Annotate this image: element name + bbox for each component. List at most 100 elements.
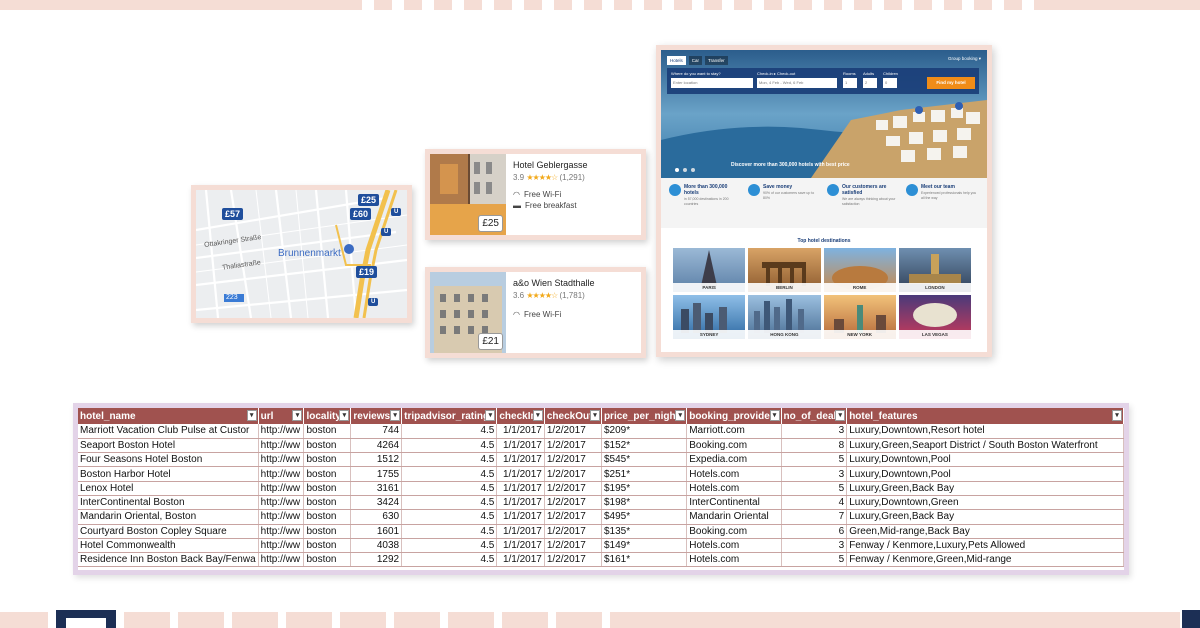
table-cell[interactable]: 1/2/2017	[544, 495, 602, 511]
table-cell[interactable]: Four Seasons Hotel Boston	[78, 452, 259, 468]
find-hotel-button[interactable]: Find my hotel	[927, 77, 975, 89]
destination-tile[interactable]: LONDON	[898, 248, 971, 292]
table-cell[interactable]: boston	[303, 538, 352, 554]
table-cell[interactable]: http://ww	[258, 424, 305, 439]
table-cell[interactable]: 4.5	[401, 495, 498, 511]
table-cell[interactable]: Residence Inn Boston Back Bay/Fenwa	[78, 552, 259, 568]
table-cell[interactable]: http://ww	[258, 466, 305, 482]
filter-dropdown-icon[interactable]: ▾	[769, 410, 780, 421]
table-row[interactable]: Residence Inn Boston Back Bay/Fenwa http:…	[78, 552, 1124, 568]
table-cell[interactable]: 5	[781, 552, 848, 568]
table-cell[interactable]: $195*	[601, 481, 688, 496]
table-cell[interactable]: Luxury,Downtown,Pool	[846, 466, 1124, 482]
table-cell[interactable]: $545*	[601, 452, 688, 468]
table-cell[interactable]: 7	[781, 509, 848, 525]
table-cell[interactable]: Booking.com	[686, 524, 782, 539]
table-cell[interactable]: 6	[781, 524, 848, 539]
table-row[interactable]: Hotel Commonwealth http://ww boston 4038 4.5…	[78, 538, 1124, 554]
table-row[interactable]: InterContinental Boston http://ww boston 34…	[78, 495, 1124, 511]
table-cell[interactable]: boston	[303, 452, 352, 468]
table-cell[interactable]: 1/2/2017	[544, 552, 602, 568]
table-cell[interactable]: 4.5	[401, 466, 498, 482]
table-cell[interactable]: Luxury,Green,Seaport District / South Bo…	[846, 438, 1124, 454]
table-cell[interactable]: 3	[781, 424, 848, 439]
table-cell[interactable]: 3	[781, 538, 848, 554]
destination-tile[interactable]: NEW YORK	[823, 295, 896, 339]
table-cell[interactable]: 1/1/2017	[496, 424, 545, 439]
destination-tile[interactable]: SYDNEY	[673, 295, 746, 339]
table-cell[interactable]: 1/2/2017	[544, 438, 602, 454]
map-price-pin[interactable]: £57	[222, 208, 244, 220]
table-cell[interactable]: 1/2/2017	[544, 509, 602, 525]
table-cell[interactable]: Hotels.com	[686, 481, 782, 496]
table-cell[interactable]: Seaport Boston Hotel	[78, 438, 259, 454]
table-cell[interactable]: InterContinental Boston	[78, 495, 259, 511]
destination-tile[interactable]: BERLIN	[748, 248, 821, 292]
table-cell[interactable]: Hotels.com	[686, 552, 782, 568]
table-cell[interactable]: 1/1/2017	[496, 438, 545, 454]
table-cell[interactable]: 744	[350, 424, 403, 439]
map-view[interactable]: £57 £25 £60 £19 Ottakringer Straße Thali…	[196, 190, 407, 318]
adults-select[interactable]: 2	[863, 78, 877, 88]
table-cell[interactable]: Hotels.com	[686, 466, 782, 482]
table-cell[interactable]: 4.5	[401, 509, 498, 525]
table-cell[interactable]: $198*	[601, 495, 688, 511]
column-header[interactable]: checkIn ▾	[496, 408, 545, 424]
table-cell[interactable]: boston	[303, 495, 352, 511]
tab-transfer[interactable]: Transfer	[705, 56, 728, 65]
table-cell[interactable]: Fenway / Kenmore,Luxury,Pets Allowed	[846, 538, 1124, 554]
table-cell[interactable]: Marriott Vacation Club Pulse at Custor	[78, 424, 259, 439]
location-input[interactable]: Enter location	[671, 78, 753, 88]
table-cell[interactable]: Lenox Hotel	[78, 481, 259, 496]
table-cell[interactable]: boston	[303, 481, 352, 496]
table-cell[interactable]: Luxury,Green,Back Bay	[846, 509, 1124, 525]
table-cell[interactable]: 4.5	[401, 424, 498, 439]
table-cell[interactable]: Expedia.com	[686, 452, 782, 468]
destination-tile[interactable]: HONG KONG	[748, 295, 821, 339]
filter-dropdown-icon[interactable]: ▾	[246, 410, 257, 421]
column-header[interactable]: hotel_name ▾	[78, 408, 259, 424]
table-cell[interactable]: http://ww	[258, 538, 305, 554]
table-cell[interactable]: Luxury,Green,Back Bay	[846, 481, 1124, 496]
hotel-name[interactable]: a&o Wien Stadthalle	[513, 278, 595, 288]
group-booking-link[interactable]: Group booking ▾	[948, 56, 981, 62]
table-cell[interactable]: 1/2/2017	[544, 524, 602, 539]
column-header[interactable]: price_per_night ▾	[601, 408, 688, 424]
dates-input[interactable]: Mon, 4 Feb - Wed, 6 Feb	[757, 78, 837, 88]
table-cell[interactable]: 4.5	[401, 438, 498, 454]
table-cell[interactable]: 1/2/2017	[544, 466, 602, 482]
table-row[interactable]: Mandarin Oriental, Boston http://ww boston…	[78, 509, 1124, 525]
filter-dropdown-icon[interactable]: ▾	[292, 410, 303, 421]
table-cell[interactable]: 1/1/2017	[496, 481, 545, 496]
table-cell[interactable]: 1/1/2017	[496, 466, 545, 482]
column-header[interactable]: tripadvisor_rating ▾	[401, 408, 498, 424]
filter-dropdown-icon[interactable]: ▾	[835, 410, 846, 421]
table-cell[interactable]: $152*	[601, 438, 688, 454]
table-cell[interactable]: 1/1/2017	[496, 452, 545, 468]
table-cell[interactable]: Courtyard Boston Copley Square	[78, 524, 259, 539]
table-cell[interactable]: Marriott.com	[686, 424, 782, 439]
table-cell[interactable]: 4.5	[401, 538, 498, 554]
column-header[interactable]: url ▾	[258, 408, 305, 424]
table-cell[interactable]: 3424	[350, 495, 403, 511]
table-cell[interactable]: $149*	[601, 538, 688, 554]
table-row[interactable]: Marriott Vacation Club Pulse at Custor ht…	[78, 424, 1124, 439]
table-cell[interactable]: 1/2/2017	[544, 424, 602, 439]
table-cell[interactable]: 4264	[350, 438, 403, 454]
table-cell[interactable]: http://ww	[258, 438, 305, 454]
table-cell[interactable]: 1/1/2017	[496, 552, 545, 568]
tab-hotels[interactable]: Hotels	[667, 56, 686, 65]
table-cell[interactable]: $495*	[601, 509, 688, 525]
table-cell[interactable]: 1/2/2017	[544, 538, 602, 554]
table-cell[interactable]: http://ww	[258, 452, 305, 468]
table-cell[interactable]: 630	[350, 509, 403, 525]
table-cell[interactable]: 5	[781, 452, 848, 468]
table-cell[interactable]: $161*	[601, 552, 688, 568]
table-cell[interactable]: 3161	[350, 481, 403, 496]
filter-dropdown-icon[interactable]: ▾	[485, 410, 496, 421]
table-cell[interactable]: 1/2/2017	[544, 481, 602, 496]
filter-dropdown-icon[interactable]: ▾	[390, 410, 401, 421]
table-cell[interactable]: boston	[303, 438, 352, 454]
tab-car[interactable]: Car	[688, 56, 703, 65]
filter-dropdown-icon[interactable]: ▾	[339, 410, 350, 421]
